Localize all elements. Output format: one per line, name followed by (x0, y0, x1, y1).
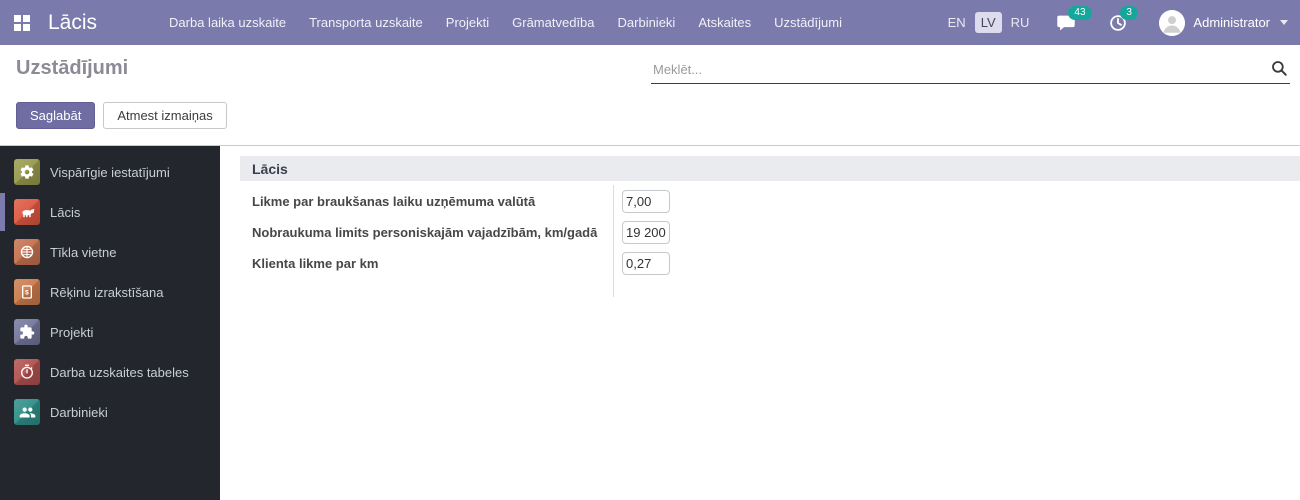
field-label: Klienta likme par km (252, 256, 379, 271)
user-menu[interactable]: Administrator (1159, 9, 1288, 36)
activities-count-badge: 3 (1120, 5, 1138, 20)
top-bar: Lācis Darba laika uzskaite Transporta uzs… (0, 0, 1300, 45)
stopwatch-icon (14, 359, 40, 385)
language-ru[interactable]: RU (1005, 12, 1036, 33)
sidebar-item-label: Darbinieki (50, 404, 108, 420)
sidebar-item-label: Projekti (50, 324, 94, 340)
field-row-nobraukuma-limits-personiskaj-m-vajadz-b-m-km-gad: Nobraukuma limits personiskajām vajadzīb… (252, 217, 670, 248)
field-label: Nobraukuma limits personiskajām vajadzīb… (252, 225, 598, 240)
sidebar-item-label: Vispārīgie iestatījumi (50, 164, 170, 180)
messages-count-badge: 43 (1068, 5, 1092, 20)
sidebar-item-label: Rēķinu izrakstīšana (50, 284, 164, 300)
field-label: Likme par braukšanas laiku uzņēmuma valū… (252, 194, 536, 209)
nav-item-atskaites[interactable]: Atskaites (698, 15, 751, 30)
field-row-likme-par-brauk-anas-laiku-uz-muma-val-t: Likme par braukšanas laiku uzņēmuma valū… (252, 186, 670, 217)
field-input-cell (613, 252, 670, 275)
sidebar-item-darba-uzskaites-tabeles[interactable]: Darba uzskaites tabeles (0, 352, 220, 392)
main-nav: Darba laika uzskaite Transporta uzskaite P… (169, 15, 842, 30)
search-icon[interactable] (1270, 59, 1288, 82)
sidebar-item-darbinieki[interactable]: Darbinieki (0, 392, 220, 432)
search-input[interactable] (651, 58, 1257, 80)
brand-logo[interactable]: Lācis (48, 11, 97, 35)
discard-button[interactable]: Atmest izmaiņas (103, 102, 227, 129)
language-en[interactable]: EN (942, 12, 972, 33)
nav-item-uzst-d-jumi[interactable]: Uzstādījumi (774, 15, 842, 30)
nav-item-transporta-uzskaite[interactable]: Transporta uzskaite (309, 15, 423, 30)
field-row-klienta-likme-par-km: Klienta likme par km (252, 248, 670, 279)
nav-item-projekti[interactable]: Projekti (446, 15, 489, 30)
topbar-right: EN LV RU 43 3 Administrator (942, 5, 1300, 36)
gear-icon (14, 159, 40, 185)
sidebar-item-r-inu-izrakst-ana[interactable]: $ Rēķinu izrakstīšana (0, 272, 220, 312)
globe-icon (14, 239, 40, 265)
messages-button[interactable]: 43 (1055, 5, 1092, 34)
page-title: Uzstādījumi (16, 57, 129, 79)
field-input-klienta-likme-par-km[interactable] (622, 252, 670, 275)
svg-text:$: $ (25, 290, 29, 297)
apps-menu-button[interactable] (0, 0, 44, 45)
save-button[interactable]: Saglabāt (16, 102, 96, 129)
form-buttons: Saglabāt Atmest izmaiņas (16, 102, 227, 129)
nav-item-gr-matved-ba[interactable]: Grāmatvedība (512, 15, 594, 30)
field-input-cell (613, 221, 670, 244)
search-bar (651, 56, 1290, 84)
nav-item-darbinieki[interactable]: Darbinieki (618, 15, 676, 30)
settings-fields: Likme par braukšanas laiku uzņēmuma valū… (252, 186, 670, 279)
language-switcher: EN LV RU (942, 12, 1036, 33)
sidebar-item-label: Lācis (50, 204, 81, 220)
sidebar-item-label: Darba uzskaites tabeles (50, 364, 189, 380)
avatar (1159, 9, 1186, 36)
user-name: Administrator (1193, 15, 1270, 30)
activities-button[interactable]: 3 (1107, 5, 1138, 34)
sidebar-item-projekti[interactable]: Projekti (0, 312, 220, 352)
invoice-icon: $ (14, 279, 40, 305)
apps-grid-icon (14, 14, 30, 31)
field-input-nobraukuma-limits-personiskaj-m-vajadz-b-m-km-gad[interactable] (622, 221, 670, 244)
chevron-down-icon (1280, 20, 1288, 25)
sidebar-item-l-cis[interactable]: Lācis (0, 192, 220, 232)
nav-item-darba-laika-uzskaite[interactable]: Darba laika uzskaite (169, 15, 286, 30)
field-input-cell (613, 190, 670, 213)
sidebar-item-label: Tīkla vietne (50, 244, 117, 260)
people-icon (14, 399, 40, 425)
sidebar-item-visp-r-gie-iestat-jumi[interactable]: Vispārīgie iestatījumi (0, 152, 220, 192)
settings-sidebar: Vispārīgie iestatījumi Lācis Tīkla vietne $… (0, 146, 220, 500)
bear-icon (14, 199, 40, 225)
sidebar-item-t-kla-vietne[interactable]: Tīkla vietne (0, 232, 220, 272)
field-input-likme-par-brauk-anas-laiku-uz-muma-val-t[interactable] (622, 190, 670, 213)
language-lv[interactable]: LV (974, 12, 1002, 33)
section-header: Lācis (240, 156, 1300, 181)
puzzle-icon (14, 319, 40, 345)
